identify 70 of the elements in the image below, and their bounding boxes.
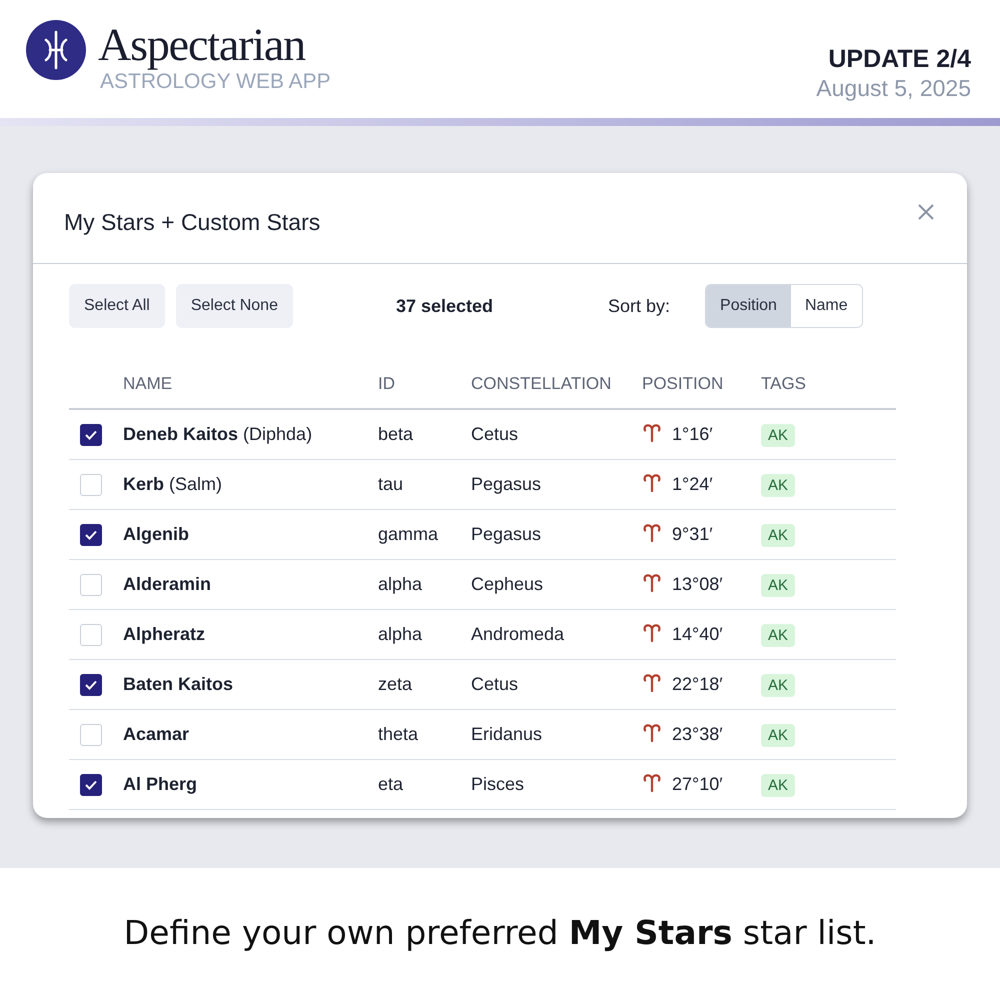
tag-badge: AK [761, 574, 796, 597]
tag-badge: AK [761, 624, 796, 647]
star-position: 1°16′ [672, 423, 713, 446]
caption-text: Define your own preferred My Stars star list. [124, 912, 876, 954]
update-date: August 5, 2025 [816, 74, 971, 102]
star-id: alpha [378, 623, 424, 646]
constellation-name: Cetus [471, 423, 520, 446]
tag-badge: AK [761, 774, 796, 797]
star-position: 23°38′ [672, 723, 723, 746]
aries-icon [642, 472, 662, 492]
select-button[interactable]: Select None [176, 284, 293, 328]
star-id: tau [378, 473, 404, 496]
tag-badge: AK [761, 724, 796, 747]
star-id: eta [378, 773, 404, 796]
star-position: 22°18′ [672, 673, 723, 696]
selected-count: 37 selected [396, 294, 494, 318]
column-header: CONSTELLATION [471, 373, 612, 396]
star-id: alpha [378, 573, 424, 596]
star-name: Al Pherg [123, 773, 198, 796]
constellation-name: Pegasus [471, 523, 542, 546]
star-name: Kerb (Salm) [123, 473, 224, 496]
column-header: POSITION [642, 373, 724, 396]
star-id: theta [378, 723, 420, 746]
constellation-name: Cetus [471, 673, 520, 696]
star-position: 9°31′ [672, 523, 713, 546]
close-button[interactable] [916, 202, 936, 222]
update-label: UPDATE 2/4 [828, 44, 971, 74]
star-position: 1°24′ [672, 473, 713, 496]
constellation-name: Pisces [471, 773, 526, 796]
star-position: 14°40′ [672, 623, 723, 646]
select-button[interactable]: Select All [69, 284, 165, 328]
aries-icon [642, 572, 662, 592]
tag-badge: AK [761, 474, 796, 497]
tag-badge: AK [761, 524, 796, 547]
logo-icon [26, 20, 86, 80]
constellation-name: Andromeda [471, 623, 566, 646]
aries-icon [642, 522, 662, 542]
brand-name: Aspectarian [98, 20, 306, 70]
sort-label: Sort by: [608, 294, 670, 318]
dialog-title: My Stars + Custom Stars [64, 208, 320, 237]
star-position: 27°10′ [672, 773, 723, 796]
star-name: Algenib [123, 523, 190, 546]
column-header: TAGS [761, 373, 808, 396]
star-id: zeta [378, 673, 414, 696]
star-name: Baten Kaitos [123, 673, 234, 696]
row-checkbox[interactable] [80, 424, 102, 446]
star-name: Alderamin [123, 573, 212, 596]
column-header: ID [378, 373, 396, 396]
aries-icon [642, 722, 662, 742]
star-position: 13°08′ [672, 573, 723, 596]
aries-icon [642, 622, 662, 642]
aries-icon [642, 422, 662, 442]
brand-tagline: ASTROLOGY WEB APP [100, 70, 331, 94]
tag-badge: AK [761, 424, 796, 447]
row-checkbox[interactable] [80, 674, 102, 696]
tag-badge: AK [761, 674, 796, 697]
star-name: Deneb Kaitos (Diphda) [123, 423, 314, 446]
row-checkbox[interactable] [80, 774, 102, 796]
constellation-name: Pegasus [471, 473, 542, 496]
aries-icon [642, 672, 662, 692]
star-name: Acamar [123, 723, 190, 746]
constellation-name: Eridanus [471, 723, 544, 746]
star-name: Alpheratz [123, 623, 206, 646]
column-header: NAME [123, 373, 174, 396]
row-checkbox[interactable] [80, 524, 102, 546]
aries-icon [642, 772, 662, 792]
sort-option[interactable]: Position [706, 285, 791, 327]
star-id: gamma [378, 523, 440, 546]
constellation-name: Cepheus [471, 573, 544, 596]
star-id: beta [378, 423, 414, 446]
